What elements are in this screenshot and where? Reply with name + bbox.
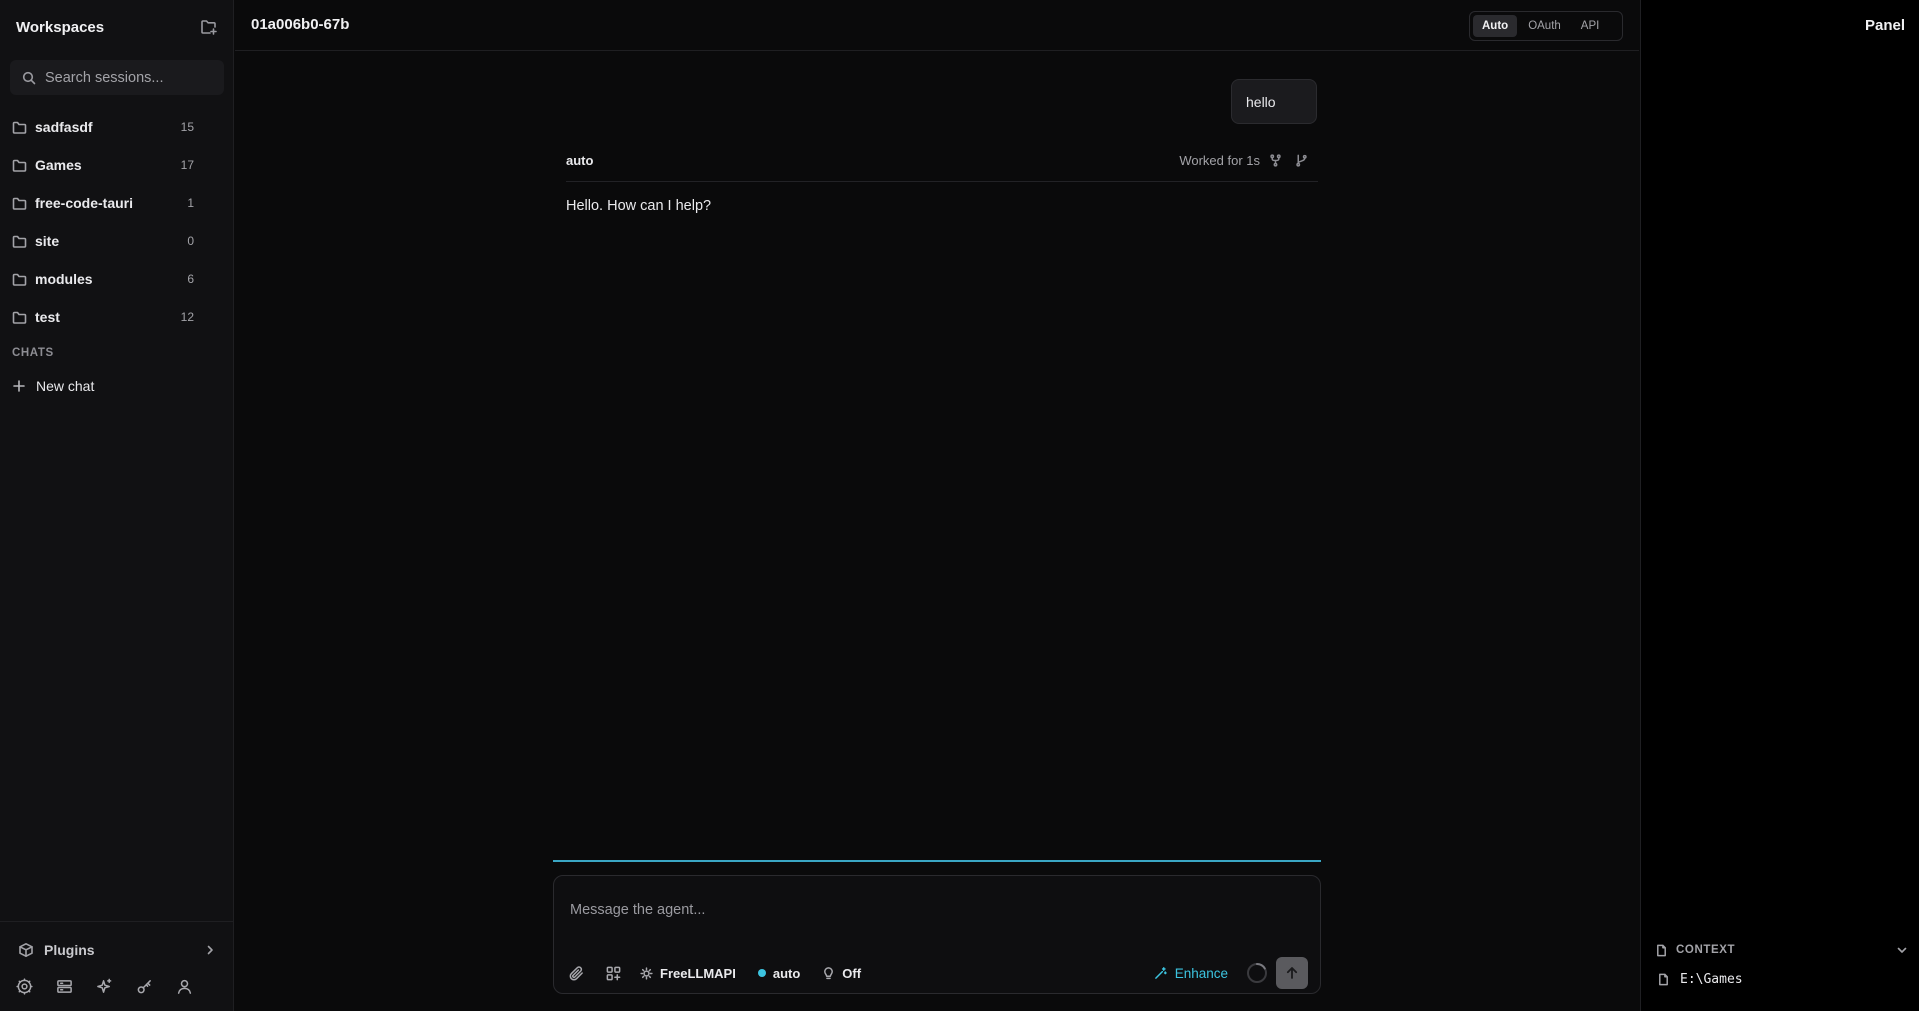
sidebar-title: Workspaces <box>16 18 105 36</box>
context-item[interactable]: E:\Games <box>1657 972 1743 987</box>
enhance-label: Enhance <box>1174 965 1228 981</box>
sidebar-toolbar <box>16 978 193 995</box>
mode-api-button[interactable]: API <box>1572 15 1609 37</box>
session-id: 01a006b0-67b <box>251 16 350 33</box>
thinking-toggle[interactable]: Off <box>822 966 861 981</box>
auth-mode-switch: Auto OAuth API <box>1469 11 1623 41</box>
arrow-up-icon <box>1286 967 1298 979</box>
chevron-right-icon <box>207 945 213 955</box>
key-icon[interactable] <box>136 978 153 995</box>
workspace-name: free-code-tauri <box>35 195 134 211</box>
folder-icon <box>12 197 27 210</box>
new-folder-icon[interactable] <box>200 18 218 36</box>
provider-selector[interactable]: FreeLLMAPI <box>640 966 736 981</box>
search-input[interactable] <box>45 69 215 86</box>
composer-accent-line <box>553 860 1321 862</box>
folder-icon <box>12 121 27 134</box>
paperclip-icon[interactable] <box>568 965 585 982</box>
apps-grid-icon[interactable] <box>605 965 622 982</box>
workspace-list: sadfasdf 15 Games 17 free-code-tauri 1 s… <box>0 108 234 336</box>
message-input[interactable] <box>570 902 1290 926</box>
fork-icon[interactable] <box>1269 154 1282 167</box>
workspace-item[interactable]: Games 17 <box>0 146 234 184</box>
workspace-item[interactable]: sadfasdf 15 <box>0 108 234 146</box>
message-composer: FreeLLMAPI auto Off Enhance <box>553 875 1321 994</box>
top-bar: 01a006b0-67b Auto OAuth API <box>235 0 1639 51</box>
session-search[interactable] <box>10 60 224 95</box>
folder-icon <box>12 159 27 172</box>
send-button[interactable] <box>1276 957 1308 989</box>
main-area: 01a006b0-67b Auto OAuth API hello auto W… <box>235 0 1639 1011</box>
workspace-name: Games <box>35 157 82 173</box>
model-label: auto <box>772 965 801 981</box>
workspace-item[interactable]: site 0 <box>0 222 234 260</box>
new-chat-label: New chat <box>36 378 95 394</box>
workspace-count: 12 <box>180 310 194 324</box>
agent-name: auto <box>566 153 594 168</box>
chip-icon <box>640 966 653 980</box>
agent-message-header: auto Worked for 1s <box>566 150 1318 182</box>
lightbulb-icon <box>824 966 834 979</box>
workspace-count: 15 <box>180 120 194 134</box>
workspace-item[interactable]: modules 6 <box>0 260 234 298</box>
new-chat-button[interactable]: New chat <box>12 376 94 396</box>
context-label: CONTEXT <box>1676 944 1736 956</box>
chevron-down-icon <box>1897 947 1907 953</box>
user-message: hello <box>1231 79 1317 124</box>
workspace-name: modules <box>35 271 93 287</box>
sidebar-footer: Plugins <box>0 921 234 1011</box>
server-stack-icon[interactable] <box>56 978 73 995</box>
thinking-label: Off <box>842 965 862 981</box>
workspace-count: 1 <box>187 196 194 210</box>
workspace-count: 17 <box>180 158 194 172</box>
package-icon <box>19 943 33 957</box>
folder-icon <box>12 273 27 286</box>
workspace-name: sadfasdf <box>35 119 93 135</box>
panel-title: Panel <box>1864 17 1905 34</box>
plus-icon <box>13 380 25 392</box>
worked-duration: Worked for 1s <box>1179 153 1260 168</box>
right-panel: Panel CONTEXT E:\Games <box>1640 0 1919 1011</box>
sidebar: Workspaces sadfasdf 15 Games 17 free-cod… <box>0 0 234 1011</box>
loading-spinner-icon <box>1247 962 1267 983</box>
plugins-label: Plugins <box>44 942 95 958</box>
agent-message: Hello. How can I help? <box>566 198 712 214</box>
provider-label: FreeLLMAPI <box>660 965 736 981</box>
workspace-name: site <box>35 233 60 249</box>
user-icon[interactable] <box>176 978 193 995</box>
model-status-dot <box>757 969 766 977</box>
file-icon <box>1657 944 1666 956</box>
composer-toolbar: FreeLLMAPI auto Off Enhance <box>568 957 1308 989</box>
model-selector[interactable]: auto <box>757 965 801 981</box>
workspace-count: 6 <box>187 272 194 286</box>
magic-wand-icon <box>1154 966 1167 979</box>
chats-section-label: CHATS <box>12 347 54 359</box>
context-section-toggle[interactable]: CONTEXT <box>1655 942 1908 958</box>
folder-icon <box>12 311 27 324</box>
plugins-button[interactable]: Plugins <box>18 939 216 961</box>
settings-gear-icon[interactable] <box>16 978 33 995</box>
mode-oauth-button[interactable]: OAuth <box>1519 15 1570 37</box>
search-icon <box>22 71 36 84</box>
sparkles-icon[interactable] <box>96 978 113 995</box>
file-icon <box>1659 973 1668 986</box>
mode-auto-button[interactable]: Auto <box>1473 15 1518 37</box>
sidebar-header: Workspaces <box>16 16 218 38</box>
branch-icon[interactable] <box>1295 154 1308 167</box>
workspace-item[interactable]: free-code-tauri 1 <box>0 184 234 222</box>
enhance-button[interactable]: Enhance <box>1154 966 1228 981</box>
workspace-count: 0 <box>187 234 194 248</box>
workspace-item[interactable]: test 12 <box>0 298 234 336</box>
folder-icon <box>12 235 27 248</box>
context-item-path: E:\Games <box>1680 972 1743 987</box>
workspace-name: test <box>35 309 60 325</box>
